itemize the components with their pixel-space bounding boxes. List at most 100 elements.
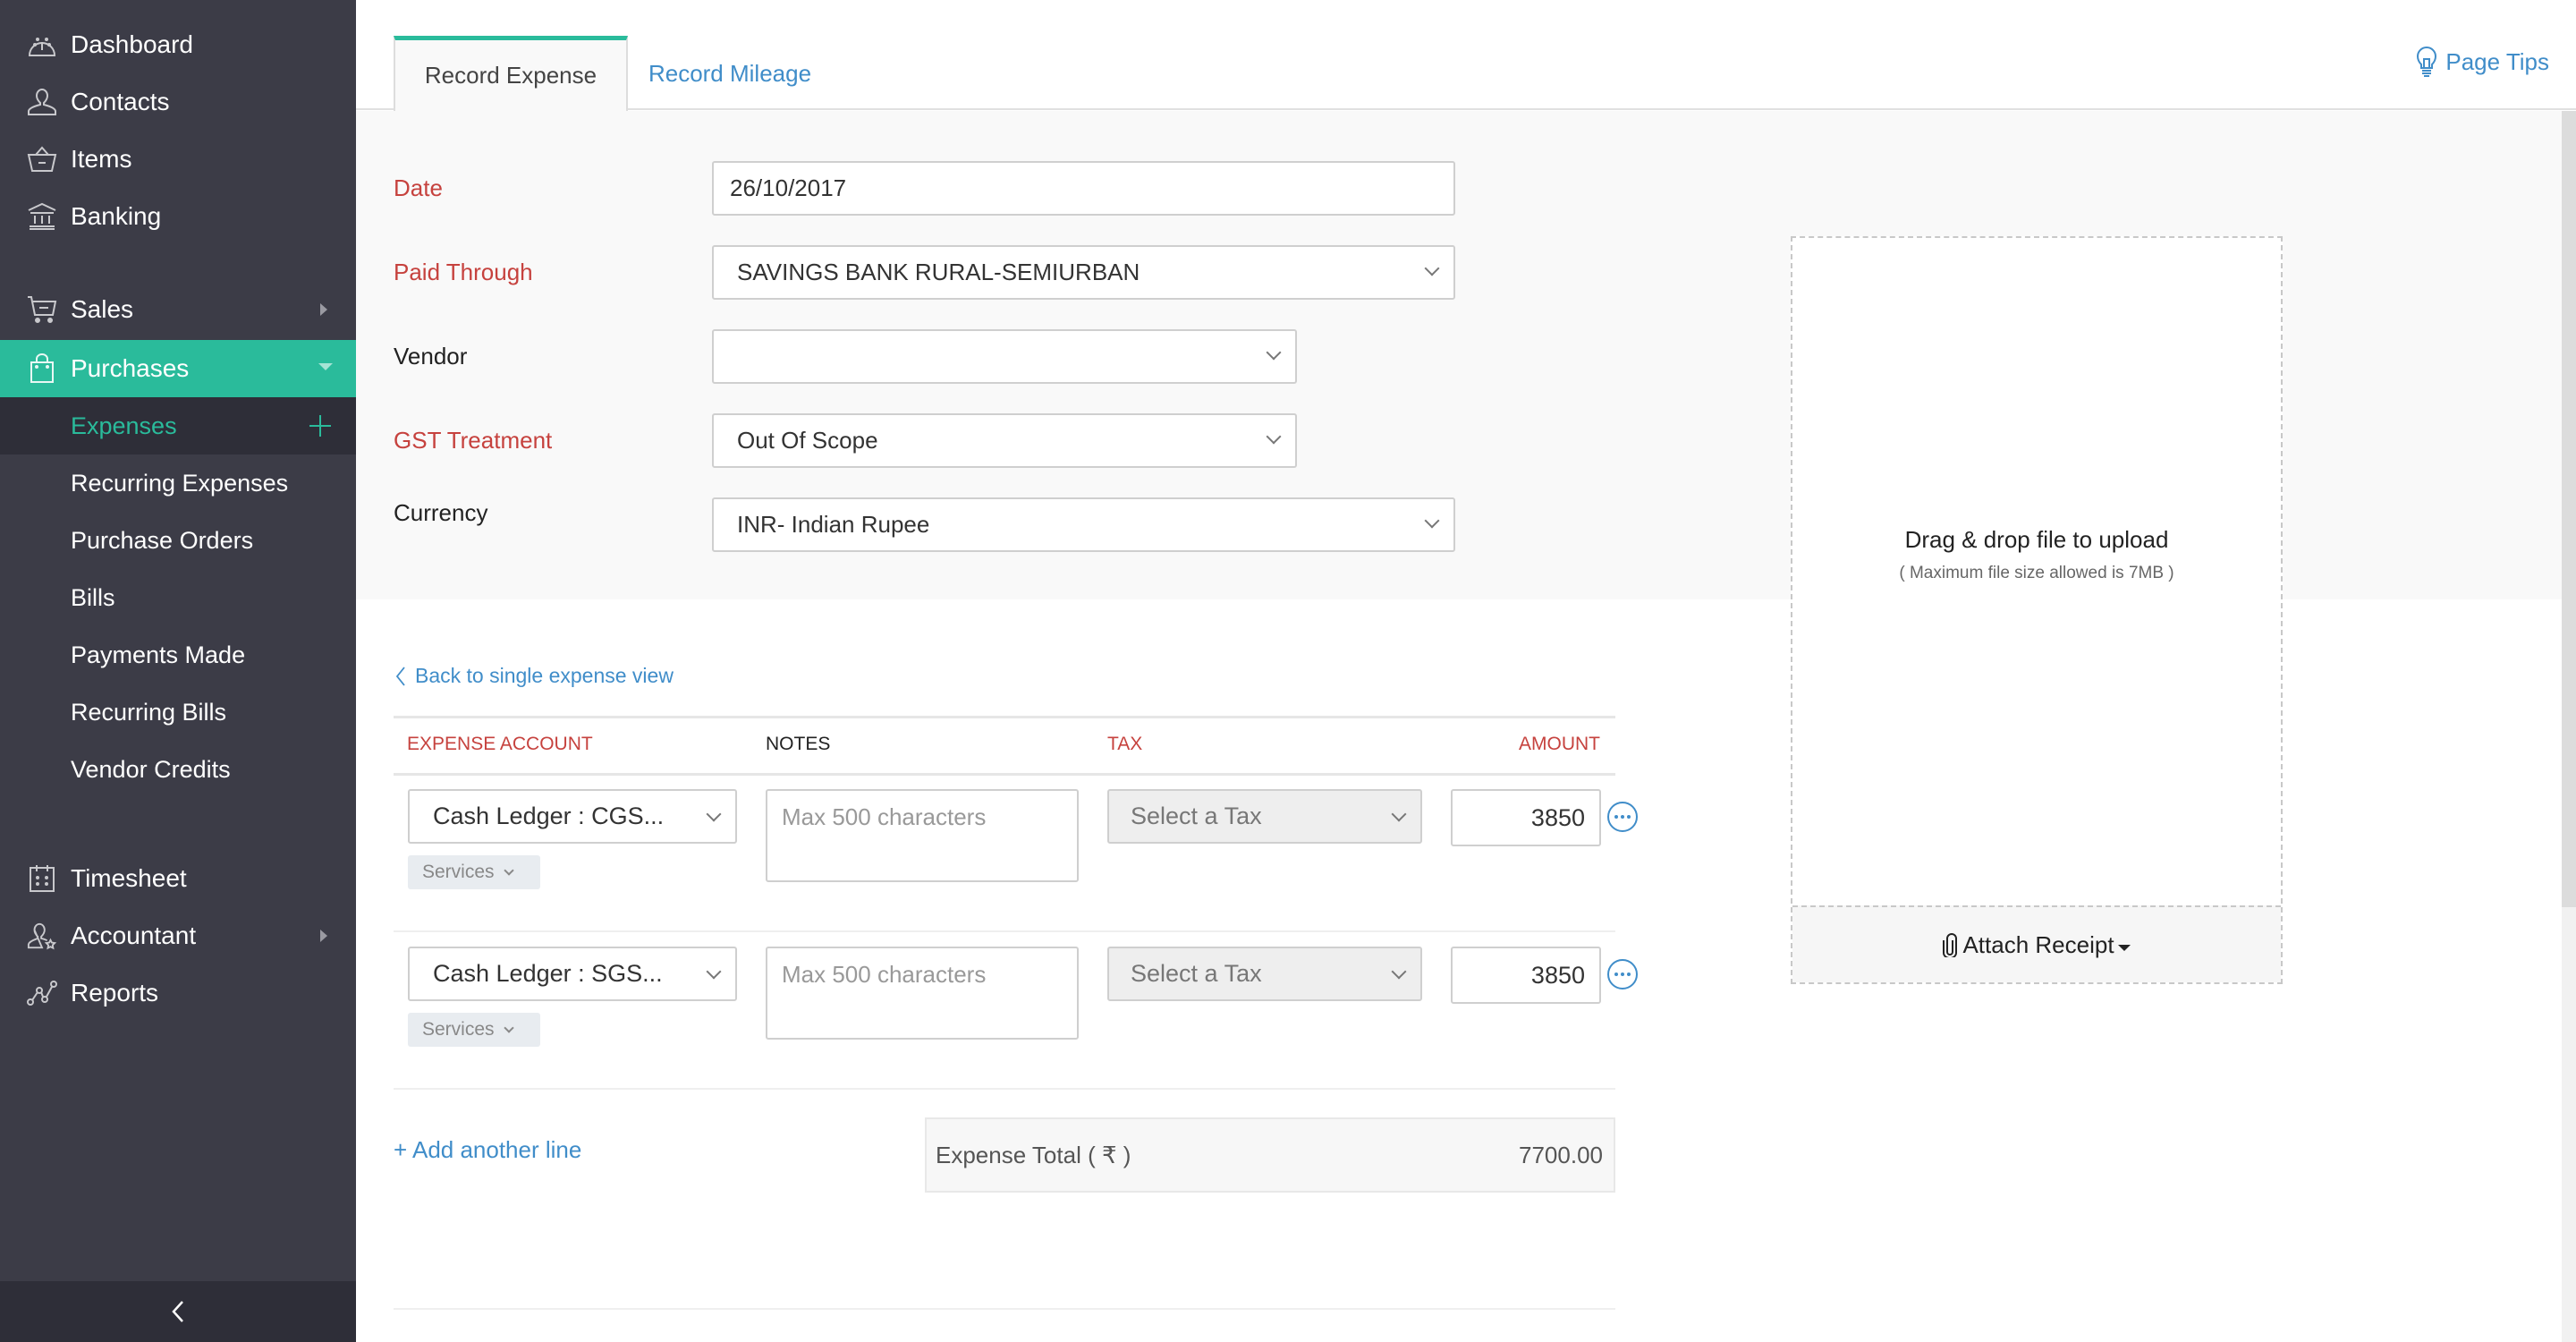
item-type-label: Services xyxy=(422,1019,495,1040)
paperclip-icon xyxy=(1943,933,1958,957)
receipt-dropzone[interactable]: Drag & drop file to upload ( Maximum fil… xyxy=(1791,236,2283,984)
dashboard-icon xyxy=(27,30,57,60)
divider xyxy=(394,773,1615,776)
dropzone-title: Drag & drop file to upload xyxy=(1904,526,2169,553)
add-another-line-link[interactable]: + Add another line xyxy=(394,1136,581,1164)
column-header-expense-account: EXPENSE ACCOUNT xyxy=(407,734,593,754)
column-header-notes: NOTES xyxy=(766,734,831,754)
currency-label: Currency xyxy=(394,499,488,526)
back-link-label: Back to single expense view xyxy=(415,664,674,687)
gst-treatment-value: Out Of Scope xyxy=(737,427,878,454)
tab-record-expense[interactable]: Record Expense xyxy=(394,36,628,111)
sidebar-item-contacts[interactable]: Contacts xyxy=(0,73,356,131)
sidebar-item-reports[interactable]: Reports xyxy=(0,964,356,1022)
sidebar-item-label: Sales xyxy=(71,295,134,323)
gst-treatment-select[interactable]: Out Of Scope xyxy=(712,413,1297,468)
items-basket-icon xyxy=(27,144,57,174)
vendor-select[interactable] xyxy=(712,329,1297,384)
page-tips-label: Page Tips xyxy=(2445,47,2549,75)
tab-bar: Record Expense Record Mileage Page Tips xyxy=(356,0,2576,111)
sidebar-item-items[interactable]: Items xyxy=(0,131,356,188)
sidebar-subitem-purchase-orders[interactable]: Purchase Orders xyxy=(0,512,356,569)
divider xyxy=(394,716,1615,718)
sidebar-subitem-label: Purchase Orders xyxy=(71,526,254,554)
add-expense-plus-icon[interactable] xyxy=(309,415,331,437)
notes-placeholder: Max 500 characters xyxy=(782,961,987,988)
paid-through-label: Paid Through xyxy=(394,259,533,285)
tax-select[interactable]: Select a Tax xyxy=(1107,789,1422,844)
sidebar-subitem-label: Vendor Credits xyxy=(71,755,231,783)
chevron-down-icon xyxy=(1391,806,1407,822)
divider xyxy=(394,1308,1615,1310)
date-value: 26/10/2017 xyxy=(730,174,847,201)
sidebar-subitem-payments-made[interactable]: Payments Made xyxy=(0,626,356,684)
date-field[interactable]: 26/10/2017 xyxy=(712,161,1455,216)
column-header-amount: AMOUNT xyxy=(1519,734,1600,754)
tab-record-mileage[interactable]: Record Mileage xyxy=(640,36,819,111)
chevron-left-icon xyxy=(395,666,405,686)
chevron-down-icon xyxy=(706,964,722,980)
scrollbar-thumb[interactable] xyxy=(2562,111,2576,907)
sidebar-subitem-bills[interactable]: Bills xyxy=(0,569,356,626)
accountant-icon xyxy=(27,921,57,951)
attach-receipt-button[interactable]: Attach Receipt xyxy=(1792,905,2281,982)
sidebar-subitem-vendor-credits[interactable]: Vendor Credits xyxy=(0,741,356,798)
bank-icon xyxy=(27,201,57,232)
sidebar-subitem-label: Recurring Expenses xyxy=(71,469,289,497)
dropzone-subtitle: ( Maximum file size allowed is 7MB ) xyxy=(1899,564,2174,582)
cart-icon xyxy=(27,294,57,325)
paid-through-value: SAVINGS BANK RURAL-SEMIURBAN xyxy=(737,259,1140,285)
lightbulb-icon xyxy=(2417,47,2437,77)
amount-input[interactable]: 3850 xyxy=(1451,947,1601,1004)
shopping-bag-icon xyxy=(27,353,57,384)
tax-value: Select a Tax xyxy=(1131,960,1262,987)
chevron-down-icon xyxy=(1266,344,1282,361)
sidebar-item-label: Accountant xyxy=(71,922,197,949)
notes-textarea[interactable]: Max 500 characters xyxy=(766,947,1079,1040)
sidebar-item-label: Items xyxy=(71,145,132,173)
paid-through-select[interactable]: SAVINGS BANK RURAL-SEMIURBAN xyxy=(712,245,1455,300)
currency-value: INR- Indian Rupee xyxy=(737,511,930,538)
sidebar-item-banking[interactable]: Banking xyxy=(0,188,356,245)
expense-account-select[interactable]: Cash Ledger : SGS... xyxy=(408,947,737,1001)
sidebar-item-label: Contacts xyxy=(71,88,170,115)
sidebar-item-timesheet[interactable]: Timesheet xyxy=(0,850,356,907)
sidebar-item-sales[interactable]: Sales xyxy=(0,281,356,338)
item-type-tag[interactable]: Services xyxy=(408,1013,540,1047)
sidebar-subitem-expenses[interactable]: Expenses xyxy=(0,397,356,454)
sidebar-item-accountant[interactable]: Accountant xyxy=(0,907,356,964)
sidebar-collapse-button[interactable] xyxy=(0,1281,356,1342)
tax-select[interactable]: Select a Tax xyxy=(1107,947,1422,1001)
tax-value: Select a Tax xyxy=(1131,803,1262,829)
sidebar-item-dashboard[interactable]: Dashboard xyxy=(0,16,356,73)
chevron-down-icon xyxy=(706,806,722,822)
notes-placeholder: Max 500 characters xyxy=(782,803,987,830)
expense-account-select[interactable]: Cash Ledger : CGS... xyxy=(408,789,737,844)
calendar-icon xyxy=(27,863,57,894)
sidebar-subitem-recurring-expenses[interactable]: Recurring Expenses xyxy=(0,454,356,512)
page-tips-link[interactable]: Page Tips xyxy=(2417,47,2549,77)
caret-right-icon xyxy=(320,303,327,316)
notes-textarea[interactable]: Max 500 characters xyxy=(766,789,1079,882)
item-type-label: Services xyxy=(422,862,495,882)
currency-select[interactable]: INR- Indian Rupee xyxy=(712,497,1455,552)
amount-input[interactable]: 3850 xyxy=(1451,789,1601,846)
chevron-down-icon xyxy=(1391,964,1407,980)
chevron-down-icon xyxy=(1424,260,1440,276)
caret-down-icon xyxy=(2117,944,2131,951)
chevron-down-icon xyxy=(1266,429,1282,445)
sidebar-subitem-label: Recurring Bills xyxy=(71,698,227,726)
item-type-tag[interactable]: Services xyxy=(408,855,540,889)
caret-down-icon xyxy=(318,363,333,370)
expense-account-value: Cash Ledger : SGS... xyxy=(433,960,663,987)
row-options-button[interactable] xyxy=(1607,959,1638,990)
amount-value: 3850 xyxy=(1530,961,1585,989)
reports-icon xyxy=(27,978,57,1008)
sidebar-item-purchases[interactable]: Purchases xyxy=(0,340,356,397)
sidebar-subitem-recurring-bills[interactable]: Recurring Bills xyxy=(0,684,356,741)
contacts-icon xyxy=(27,87,57,117)
chevron-down-icon xyxy=(503,1022,514,1033)
chevron-down-icon xyxy=(1424,513,1440,529)
back-to-single-expense-link[interactable]: Back to single expense view xyxy=(395,664,674,688)
row-options-button[interactable] xyxy=(1607,802,1638,832)
